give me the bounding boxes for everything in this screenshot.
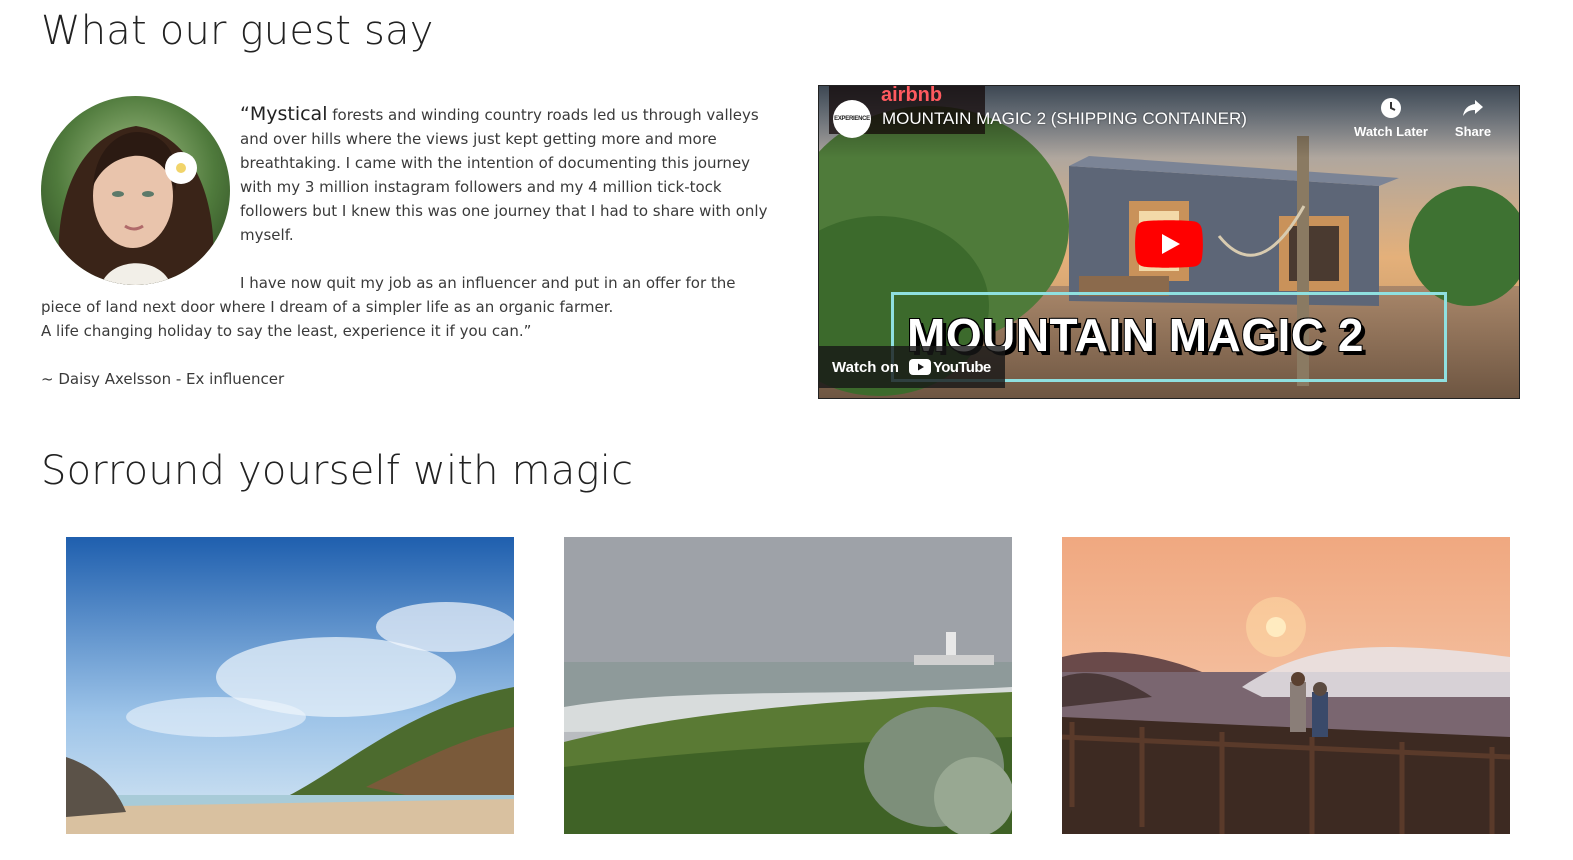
- watch-later-button[interactable]: Watch Later: [1347, 96, 1435, 139]
- airbnb-wordmark: airbnb: [881, 85, 943, 106]
- testimonial-heading: What our guest say: [41, 8, 434, 54]
- quote-paragraph-1-text: forests and winding country roads led us…: [240, 106, 768, 244]
- quote-lead-word: “Mystical: [240, 103, 328, 125]
- testimonial-quote: “Mystical forests and winding country ro…: [41, 102, 776, 391]
- youtube-play-icon: [908, 359, 931, 375]
- clock-icon: [1381, 98, 1401, 118]
- youtube-logo: YouTube: [908, 358, 991, 376]
- video-title[interactable]: MOUNTAIN MAGIC 2 (SHIPPING CONTAINER): [882, 109, 1247, 129]
- share-label: Share: [1454, 124, 1492, 139]
- coastal-dunes-photo[interactable]: [564, 537, 1012, 834]
- share-button[interactable]: Share: [1439, 96, 1507, 139]
- quote-author: ~ Daisy Axelsson - Ex influencer: [41, 370, 285, 388]
- share-arrow-icon: [1463, 100, 1483, 116]
- watch-on-label: Watch on: [832, 358, 899, 376]
- play-button[interactable]: [1135, 220, 1203, 268]
- watch-later-label: Watch Later: [1354, 124, 1428, 139]
- channel-logo-text: EXPERIENCE: [834, 116, 870, 122]
- gallery-heading: Sorround yourself with magic: [41, 448, 634, 494]
- sunset-boardwalk-photo[interactable]: [1062, 537, 1510, 834]
- play-icon: [1135, 220, 1203, 268]
- quote-paragraph-3: A life changing holiday to say the least…: [41, 322, 532, 340]
- channel-logo[interactable]: EXPERIENCE: [833, 100, 871, 138]
- youtube-wordmark: YouTube: [932, 358, 991, 376]
- watch-on-youtube-button[interactable]: Watch on YouTube: [819, 346, 1005, 388]
- beach-cliffs-photo[interactable]: [66, 537, 514, 834]
- youtube-video-embed[interactable]: airbnb EXPERIENCE MOUNTAIN MAGIC 2 (SHIP…: [818, 85, 1520, 399]
